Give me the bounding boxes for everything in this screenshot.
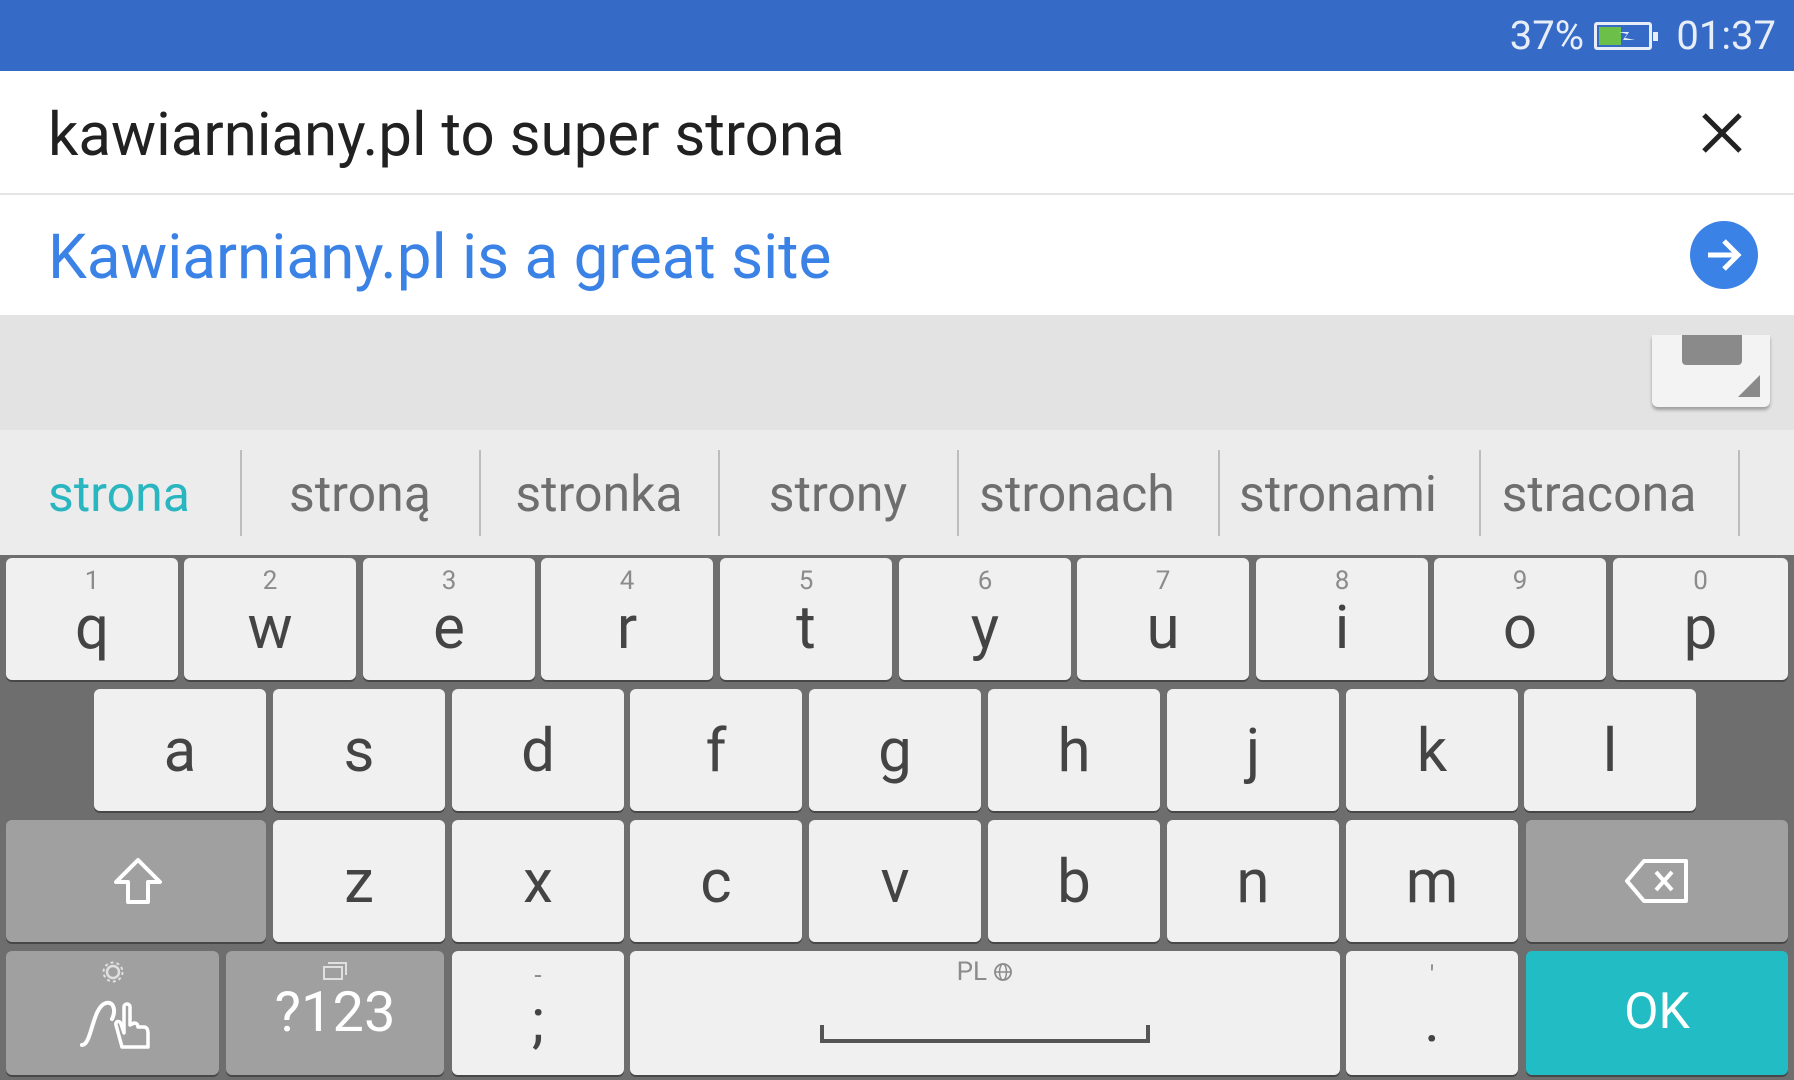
- close-icon[interactable]: [1698, 109, 1746, 157]
- key-w[interactable]: 2w: [184, 558, 356, 680]
- key-g[interactable]: g: [809, 689, 981, 811]
- translation-text: Kawiarniany.pl is a great site: [48, 221, 832, 294]
- key-z[interactable]: z: [273, 820, 445, 942]
- key-semicolon[interactable]: - ;: [452, 951, 624, 1075]
- globe-icon: [994, 963, 1013, 981]
- key-e[interactable]: 3e: [363, 558, 535, 680]
- suggestion-bar: strona stroną stronka strony stronach st…: [0, 430, 1794, 555]
- key-a[interactable]: a: [94, 689, 266, 811]
- key-r[interactable]: 4r: [541, 558, 713, 680]
- key-f[interactable]: f: [630, 689, 802, 811]
- key-j[interactable]: j: [1167, 689, 1339, 811]
- key-v[interactable]: v: [809, 820, 981, 942]
- key-p[interactable]: 0p: [1613, 558, 1788, 680]
- key-i[interactable]: 8i: [1256, 558, 1428, 680]
- suggestion-item[interactable]: stronami: [1219, 466, 1457, 524]
- language-label: PL: [956, 957, 987, 987]
- key-n[interactable]: n: [1167, 820, 1339, 942]
- key-o[interactable]: 9o: [1434, 558, 1606, 680]
- space-icon: [820, 1025, 1150, 1043]
- status-bar: 37% 01:37: [0, 0, 1794, 71]
- key-q[interactable]: 1q: [6, 558, 178, 680]
- source-text-field[interactable]: kawiarniany.pl to super strona: [0, 71, 1794, 195]
- suggestion-item[interactable]: stroną: [241, 466, 479, 524]
- keyboard-top-band: [0, 315, 1794, 430]
- ok-button[interactable]: OK: [1526, 951, 1788, 1075]
- key-b[interactable]: b: [988, 820, 1160, 942]
- handwriting-settings-button[interactable]: [6, 951, 219, 1075]
- shift-icon: [114, 858, 162, 904]
- key-d[interactable]: d: [452, 689, 624, 811]
- key-t[interactable]: 5t: [720, 558, 892, 680]
- key-c[interactable]: c: [630, 820, 802, 942]
- spacebar[interactable]: PL: [630, 951, 1340, 1075]
- key-m[interactable]: m: [1346, 820, 1518, 942]
- suggestion-item[interactable]: strona: [0, 466, 238, 524]
- gear-icon: [102, 961, 124, 983]
- key-k[interactable]: k: [1346, 689, 1518, 811]
- gesture-icon: [80, 1000, 150, 1049]
- key-s[interactable]: s: [273, 689, 445, 811]
- suggestion-item[interactable]: stracona: [1480, 466, 1718, 524]
- keyboard-icon[interactable]: [1652, 335, 1770, 407]
- key-h[interactable]: h: [988, 689, 1160, 811]
- suggestion-item[interactable]: stronka: [480, 466, 718, 524]
- arrow-right-icon[interactable]: [1690, 221, 1758, 289]
- source-text: kawiarniany.pl to super strona: [48, 99, 845, 170]
- symbols-button[interactable]: ?123: [226, 951, 444, 1075]
- suggestion-item[interactable]: strony: [719, 466, 957, 524]
- key-l[interactable]: l: [1524, 689, 1696, 811]
- soft-keyboard: 1q 2w 3e 4r 5t 6y 7u 8i 9o 0p a s d f g …: [0, 555, 1794, 1080]
- battery-icon: [1594, 22, 1658, 50]
- translation-result[interactable]: Kawiarniany.pl is a great site: [0, 195, 1794, 315]
- key-y[interactable]: 6y: [899, 558, 1071, 680]
- clock: 01:37: [1676, 12, 1776, 59]
- suggestion-item[interactable]: stronach: [958, 466, 1196, 524]
- key-x[interactable]: x: [452, 820, 624, 942]
- key-period[interactable]: ' .: [1346, 951, 1518, 1075]
- key-u[interactable]: 7u: [1077, 558, 1249, 680]
- shift-button[interactable]: [6, 820, 266, 942]
- clipboard-icon: [323, 962, 347, 980]
- backspace-icon: [1625, 859, 1688, 903]
- backspace-button[interactable]: [1526, 820, 1788, 942]
- battery-percent: 37%: [1509, 12, 1584, 59]
